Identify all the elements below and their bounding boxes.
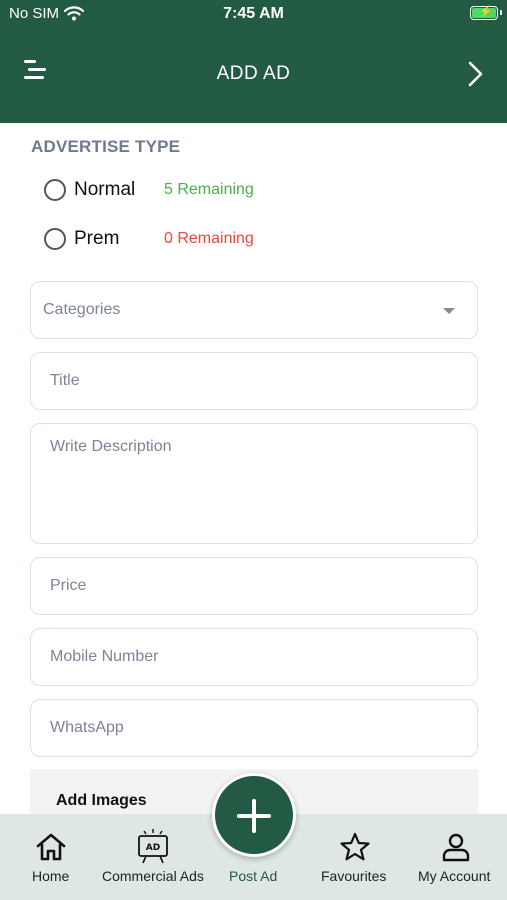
- nav-item-commercial-ads[interactable]: AD Commercial Ads: [100, 814, 206, 900]
- radio-button[interactable]: [44, 179, 66, 201]
- whatsapp-placeholder: WhatsApp: [50, 719, 124, 736]
- nav-label: Favourites: [321, 868, 387, 884]
- radio-option-normal[interactable]: Normal 5 Remaining: [44, 179, 254, 201]
- post-ad-fab[interactable]: [212, 773, 296, 857]
- nav-label: Post Ad: [229, 868, 278, 884]
- radio-label: Normal: [74, 179, 136, 200]
- page-title: ADD AD: [216, 63, 291, 84]
- nav-label: Commercial Ads: [102, 868, 204, 884]
- remaining-count: 5 Remaining: [164, 181, 254, 198]
- nav-item-my-account[interactable]: My Account: [412, 814, 502, 900]
- status-time: 7:45 AM: [223, 5, 284, 22]
- nav-label: My Account: [418, 868, 491, 884]
- description-textarea[interactable]: Write Description: [30, 423, 478, 544]
- ad-board-icon: AD: [138, 829, 168, 864]
- chevron-right-icon: [468, 61, 483, 87]
- person-icon: [442, 833, 470, 862]
- nav-label: Home: [32, 868, 70, 884]
- mobile-number-input[interactable]: Mobile Number: [30, 628, 478, 686]
- radio-option-prem[interactable]: Prem 0 Remaining: [44, 228, 254, 250]
- home-icon: [36, 833, 66, 861]
- caret-down-icon: [443, 308, 455, 314]
- app-header: No SIM 7:45 AM ⚡ ADD AD: [0, 0, 507, 123]
- title-input[interactable]: Title: [30, 352, 478, 410]
- ad-icon-text: AD: [146, 843, 160, 853]
- categories-select[interactable]: Categories: [30, 281, 478, 339]
- mobile-placeholder: Mobile Number: [50, 648, 159, 665]
- star-icon: [340, 832, 370, 861]
- advertise-type-heading: ADVERTISE TYPE: [31, 137, 181, 156]
- radio-button[interactable]: [44, 228, 66, 250]
- price-placeholder: Price: [50, 577, 87, 594]
- nav-item-favourites[interactable]: Favourites: [310, 814, 400, 900]
- next-button[interactable]: [465, 60, 487, 88]
- price-input[interactable]: Price: [30, 557, 478, 615]
- description-placeholder: Write Description: [50, 438, 172, 455]
- add-images-label: Add Images: [56, 792, 147, 809]
- title-placeholder: Title: [50, 372, 80, 389]
- nav-item-home[interactable]: Home: [10, 814, 92, 900]
- radio-label: Prem: [74, 228, 120, 249]
- whatsapp-input[interactable]: WhatsApp: [30, 699, 478, 757]
- battery-icon: ⚡: [470, 6, 502, 20]
- categories-placeholder: Categories: [43, 301, 121, 318]
- remaining-count: 0 Remaining: [164, 230, 254, 247]
